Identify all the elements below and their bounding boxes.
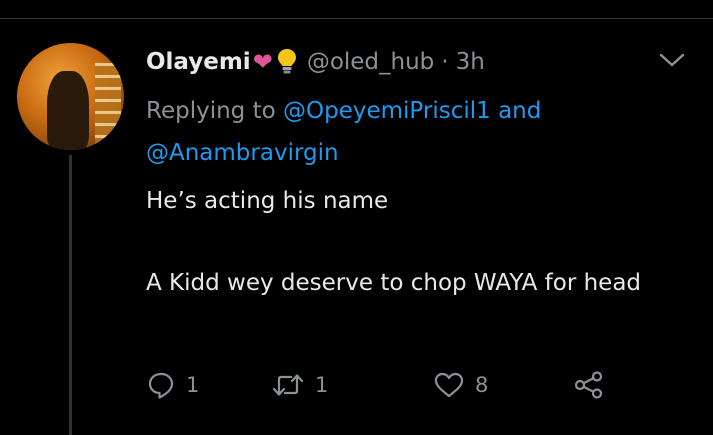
display-name[interactable]: Olayemi [146, 49, 251, 75]
tweet-text: He’s acting his name A Kidd wey deserve … [146, 181, 686, 303]
share-button[interactable] [573, 370, 605, 400]
reply-icon [146, 370, 176, 400]
tweet-text-line: A Kidd wey deserve to chop WAYA for head [146, 270, 642, 296]
avatar[interactable] [17, 43, 124, 150]
avatar-background-rail [95, 63, 121, 150]
tweet-header: Olayemi ❤ @oled_hub · 3h [146, 44, 485, 80]
heart-icon [433, 370, 465, 400]
replying-to-label: Replying to [146, 98, 276, 124]
top-divider [0, 18, 713, 19]
tweet-text-line: He’s acting his name [146, 188, 389, 214]
light-bulb-icon [277, 48, 297, 76]
replying-conjunction[interactable]: and [498, 98, 541, 124]
like-button[interactable]: 8 [433, 370, 573, 400]
reply-count: 1 [186, 373, 200, 397]
separator-dot: · [441, 49, 449, 75]
timestamp[interactable]: 3h [456, 49, 485, 75]
like-count: 8 [475, 373, 489, 397]
pink-heart-icon: ❤ [252, 48, 273, 76]
avatar-figure [47, 71, 89, 150]
replying-to-line: Replying to @OpeyemiPriscil1 and @Anambr… [146, 90, 686, 174]
retweet-count: 1 [315, 373, 329, 397]
thread-line [69, 155, 72, 435]
retweet-button[interactable]: 1 [271, 370, 433, 400]
action-bar: 1 1 8 [146, 365, 605, 405]
mention-link[interactable]: @Anambravirgin [146, 140, 339, 166]
chevron-down-icon[interactable] [658, 50, 686, 70]
retweet-icon [271, 370, 305, 400]
reply-button[interactable]: 1 [146, 370, 271, 400]
mention-link[interactable]: @OpeyemiPriscil1 [283, 98, 491, 124]
user-handle[interactable]: @oled_hub [307, 49, 434, 75]
share-icon [573, 370, 605, 400]
